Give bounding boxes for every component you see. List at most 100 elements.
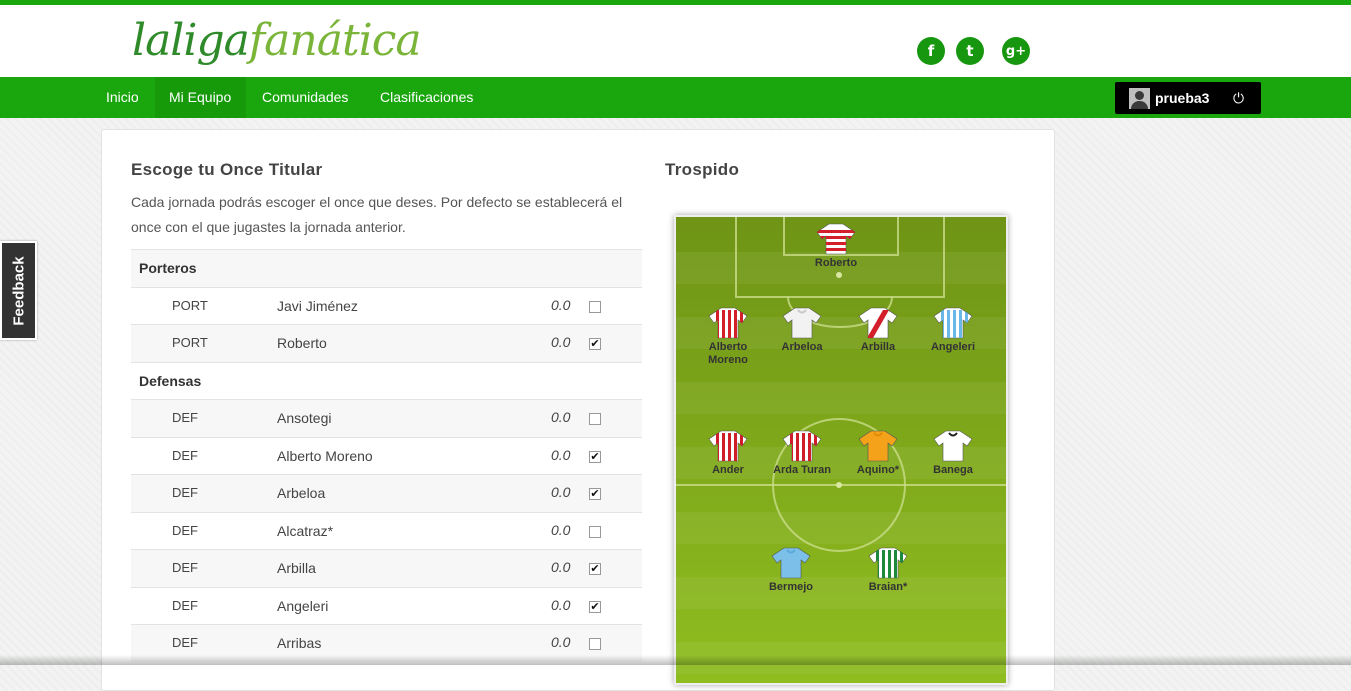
pitch-player-name: Braian* xyxy=(868,581,908,593)
table-row: DEF Arbilla 0.0 ✔ xyxy=(131,549,642,587)
player-points: 0.0 xyxy=(551,296,571,313)
nav-item-clasificaciones[interactable]: Clasificaciones xyxy=(366,77,487,118)
pitch-player-name: Arbilla xyxy=(860,341,896,353)
pitch-player[interactable]: Banega xyxy=(913,429,993,477)
nav-item-mi-equipo[interactable]: Mi Equipo xyxy=(155,77,246,118)
table-row: DEF Angeleri 0.0 ✔ xyxy=(131,586,642,625)
player-name: Javi Jiménez xyxy=(277,297,358,314)
select-checkbox[interactable]: ✔ xyxy=(589,450,601,463)
table-row: DEF Alberto Moreno 0.0 ✔ xyxy=(131,436,642,475)
shirt-icon xyxy=(762,306,842,340)
pitch-player[interactable]: Angeleri xyxy=(913,306,993,354)
username: prueba3 xyxy=(1155,90,1210,106)
twitter-icon[interactable]: t xyxy=(956,37,984,65)
player-name: Angeleri xyxy=(277,597,329,614)
pitch-player-name: Arda Turan xyxy=(773,464,831,476)
select-checkbox[interactable]: ✔ xyxy=(589,600,601,613)
pitch-player[interactable]: Braian* xyxy=(848,546,928,594)
logo-text-alt: fanática xyxy=(248,15,422,66)
nav-item-comunidades[interactable]: Comunidades xyxy=(248,77,362,118)
select-checkbox[interactable] xyxy=(589,638,601,650)
pitch-player[interactable]: Arda Turan xyxy=(762,429,842,477)
pitch-player-name: Banega xyxy=(933,464,973,476)
select-checkbox[interactable]: ✔ xyxy=(589,488,601,500)
player-position: DEF xyxy=(172,410,198,425)
player-name: Roberto xyxy=(277,335,327,351)
player-points: 0.0 xyxy=(551,334,571,350)
pitch-player-name: Ander xyxy=(712,464,744,476)
pitch-player-name: Roberto xyxy=(814,257,858,269)
google-plus-glyph: g+ xyxy=(1005,43,1027,59)
table-row: DEF Arbeloa 0.0 ✔ xyxy=(131,474,642,512)
player-position: DEF xyxy=(172,447,198,463)
site-header: laligafanática f t g+ xyxy=(0,5,1351,77)
shirt-icon xyxy=(848,546,928,580)
player-points: 0.0 xyxy=(551,409,571,425)
player-name: Alcatraz* xyxy=(277,522,334,539)
select-checkbox[interactable]: ✔ xyxy=(589,338,601,350)
pitch-player[interactable]: Arbeloa xyxy=(762,306,842,354)
shirt-icon xyxy=(688,306,768,340)
pitch-player[interactable]: Aquino* xyxy=(838,429,918,477)
select-checkbox[interactable] xyxy=(589,413,601,425)
facebook-glyph: f xyxy=(927,42,935,60)
lineup-title: Escoge tu Once Titular xyxy=(131,160,323,179)
player-position: DEF xyxy=(172,560,198,575)
pitch-player-name: Arbeloa xyxy=(781,341,823,353)
user-menu[interactable]: prueba3 ⏻ xyxy=(1115,82,1261,114)
table-row: PORT Roberto 0.0 ✔ xyxy=(131,324,642,362)
shirt-icon xyxy=(688,429,768,463)
player-name: Arbeloa xyxy=(277,485,326,501)
pitch-player-name: Bermejo xyxy=(768,581,814,593)
main-nav: Inicio Mi Equipo Comunidades Clasificaci… xyxy=(0,77,1351,118)
group-label: Defensas xyxy=(139,372,202,389)
table-row: PORT Javi Jiménez 0.0 xyxy=(131,286,642,325)
player-points: 0.0 xyxy=(551,521,571,538)
shirt-icon xyxy=(751,546,831,580)
pitch-player-name: Alberto Moreno xyxy=(708,341,748,366)
avatar xyxy=(1129,88,1150,109)
player-name: Alberto Moreno xyxy=(277,447,373,464)
shirt-icon xyxy=(838,429,918,463)
site-logo[interactable]: laligafanática xyxy=(132,9,422,73)
feedback-tab[interactable]: Feedback xyxy=(0,241,37,340)
select-checkbox[interactable]: ✔ xyxy=(589,563,601,575)
select-checkbox[interactable] xyxy=(589,525,601,538)
player-points: 0.0 xyxy=(551,596,571,613)
table-row: DEF Ansotegi 0.0 xyxy=(131,399,642,437)
pitch-player[interactable]: Alberto Moreno xyxy=(688,306,768,367)
bottom-shadow xyxy=(0,655,1351,665)
shirt-icon xyxy=(762,429,842,463)
player-position: DEF xyxy=(172,485,198,500)
pitch-player[interactable]: Bermejo xyxy=(751,546,831,594)
feedback-label: Feedback xyxy=(10,255,27,326)
team-name: Trospido xyxy=(665,160,740,179)
group-header-porteros: Porteros xyxy=(131,249,642,287)
nav-item-inicio[interactable]: Inicio xyxy=(92,77,153,118)
group-label: Porteros xyxy=(139,260,197,276)
player-position: PORT xyxy=(172,335,208,350)
shirt-icon xyxy=(913,306,993,340)
player-position: DEF xyxy=(172,597,198,613)
table-row: DEF Alcatraz* 0.0 xyxy=(131,511,642,550)
shirt-icon xyxy=(796,222,876,256)
lineup-description: Cada jornada podrás escoger el once que … xyxy=(131,194,623,235)
player-points: 0.0 xyxy=(551,559,571,575)
pitch-player[interactable]: Arbilla xyxy=(838,306,918,354)
select-checkbox[interactable] xyxy=(589,300,601,313)
twitter-glyph: t xyxy=(966,42,974,60)
logo-text-main: laliga xyxy=(132,15,250,66)
player-position: DEF xyxy=(172,522,198,538)
pitch-player-name: Angeleri xyxy=(930,341,975,353)
pitch-player[interactable]: Ander xyxy=(688,429,768,477)
pitch-player[interactable]: Roberto xyxy=(796,222,876,270)
shirt-icon xyxy=(838,306,918,340)
facebook-icon[interactable]: f xyxy=(917,37,945,65)
player-name: Ansotegi xyxy=(277,410,332,426)
player-points: 0.0 xyxy=(551,446,571,463)
google-plus-icon[interactable]: g+ xyxy=(1002,37,1030,65)
player-name: Arbilla xyxy=(277,560,316,576)
logout-icon[interactable]: ⏻ xyxy=(1233,82,1244,114)
player-table: Porteros PORT Javi Jiménez 0.0 PORT Robe… xyxy=(131,249,642,662)
shirt-icon xyxy=(913,429,993,463)
